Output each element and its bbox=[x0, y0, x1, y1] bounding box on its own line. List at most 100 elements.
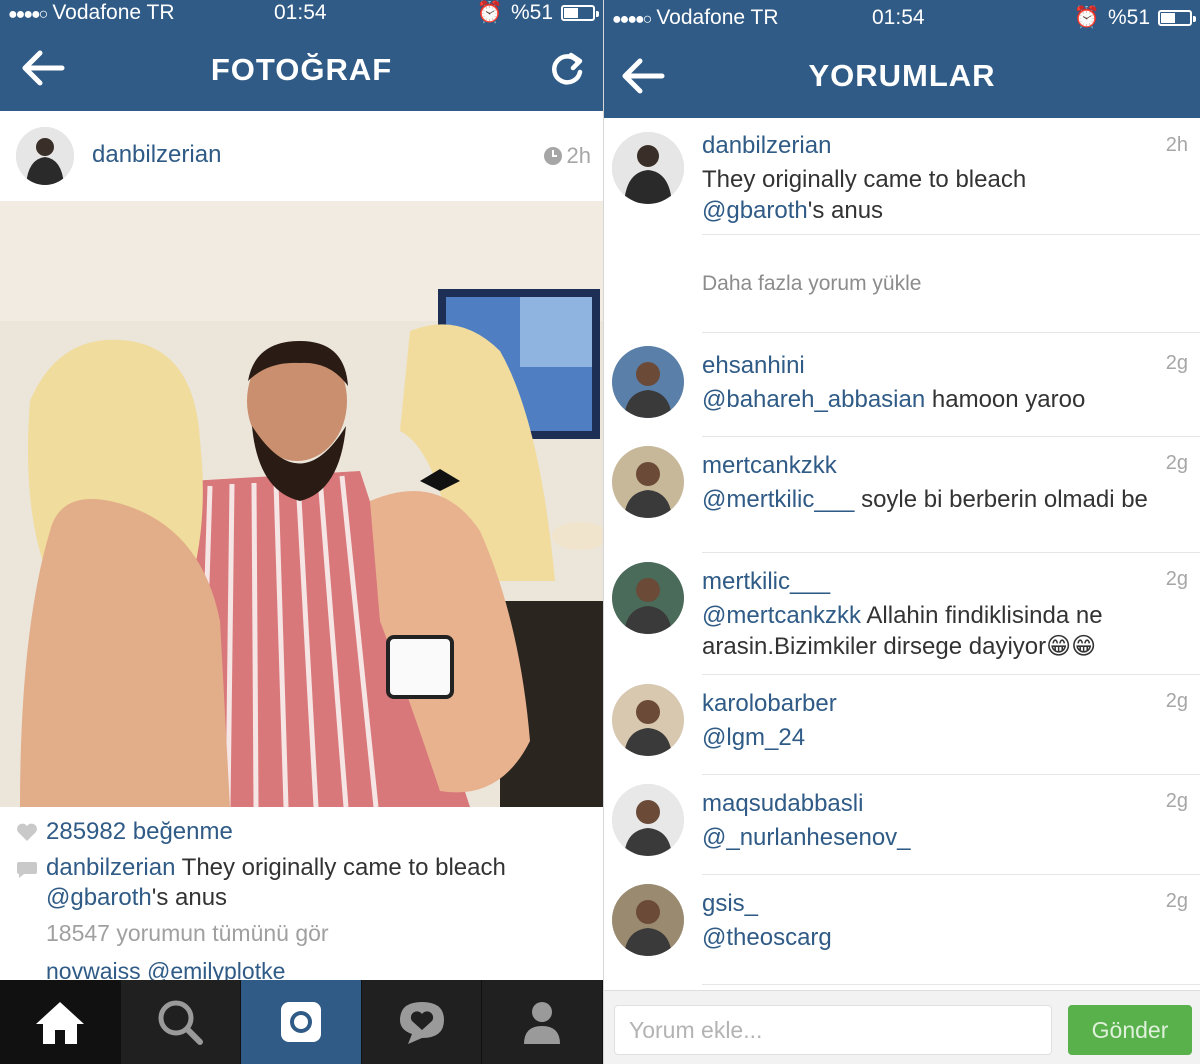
battery-icon bbox=[1158, 10, 1196, 26]
avatar[interactable] bbox=[612, 884, 684, 956]
signal-icon: ●●●●○ bbox=[8, 6, 48, 23]
user-photo-icon bbox=[16, 127, 74, 185]
comment-composer: Gönder bbox=[604, 990, 1200, 1064]
page-title: FOTOĞRAF bbox=[210, 52, 393, 87]
comment-mention[interactable]: @mertkilic___ bbox=[702, 486, 854, 513]
comments-screen: ●●●●○ Vodafone TR 01:54 ⏰ %51 YORUMLAR da… bbox=[603, 0, 1200, 1064]
post-time-label: 2h bbox=[566, 143, 591, 168]
comment-mention[interactable]: @mertcankzkk bbox=[702, 602, 861, 629]
comment-username[interactable]: ehsanhini bbox=[702, 352, 805, 380]
post-photo[interactable] bbox=[0, 201, 603, 807]
avatar[interactable] bbox=[612, 784, 684, 856]
comment-mention[interactable]: @lgm_24 bbox=[702, 724, 805, 751]
comment-time: 2h bbox=[1165, 134, 1188, 156]
avatar[interactable] bbox=[612, 346, 684, 418]
clock: 01:54 bbox=[274, 1, 327, 24]
comment-mention[interactable]: @_nurlanhesenov_ bbox=[702, 824, 911, 851]
divider bbox=[702, 984, 1200, 985]
comment-text: @bahareh_abbasian hamoon yaroo bbox=[702, 384, 1182, 415]
activity-icon bbox=[399, 1002, 444, 1044]
tab-profile[interactable] bbox=[482, 980, 603, 1064]
battery-percent: %51 bbox=[510, 1, 553, 24]
post-caption: danbilzerian They originally came to ble… bbox=[46, 853, 586, 913]
comment-mention[interactable]: @bahareh_abbasian bbox=[702, 386, 925, 413]
comment-text: @lgm_24 bbox=[702, 722, 1182, 753]
comment-body: soyle bi berberin olmadi be bbox=[854, 486, 1148, 513]
comment-username[interactable]: karolobarber bbox=[702, 690, 837, 718]
comment-text: They originally came to bleach @gbaroth'… bbox=[702, 164, 1182, 226]
tab-bar bbox=[0, 980, 603, 1064]
comment-bubble-icon bbox=[17, 862, 37, 878]
user-photo-icon bbox=[612, 562, 684, 634]
comment-username[interactable]: mertkilic___ bbox=[702, 568, 830, 596]
comment-text: @mertcankzkk Allahin findiklisinda ne ar… bbox=[702, 600, 1182, 662]
comment-username[interactable]: danbilzerian bbox=[702, 132, 831, 160]
comment-input[interactable] bbox=[614, 1005, 1052, 1055]
caption-mention[interactable]: @gbaroth bbox=[46, 884, 152, 911]
post-header: danbilzerian 2h bbox=[0, 111, 603, 201]
user-photo-icon bbox=[612, 132, 684, 204]
comment-username[interactable]: mertcankzkk bbox=[702, 452, 837, 480]
send-button[interactable]: Gönder bbox=[1068, 1005, 1192, 1055]
avatar[interactable] bbox=[612, 562, 684, 634]
carrier-label: Vodafone TR bbox=[52, 1, 175, 24]
avatar[interactable] bbox=[612, 684, 684, 756]
battery-percent: %51 bbox=[1107, 6, 1150, 29]
post-details: 285982 beğenme danbilzerian They origina… bbox=[0, 808, 603, 984]
user-photo-icon bbox=[612, 346, 684, 418]
tab-search[interactable] bbox=[121, 980, 242, 1064]
battery-icon bbox=[561, 5, 599, 21]
clock-icon bbox=[543, 147, 562, 165]
avatar[interactable] bbox=[612, 446, 684, 518]
comment-time: 2g bbox=[1165, 890, 1188, 912]
refresh-icon bbox=[552, 52, 583, 85]
avatar[interactable] bbox=[612, 132, 684, 204]
comment-body-end: 's anus bbox=[807, 197, 884, 224]
comment-body: They originally came to bleach bbox=[702, 166, 1027, 193]
post-time: 2h bbox=[543, 143, 591, 169]
view-all-comments-link[interactable]: 18547 yorumun tümünü gör bbox=[46, 920, 329, 947]
clock: 01:54 bbox=[872, 6, 925, 29]
comment-username[interactable]: gsis_ bbox=[702, 890, 758, 918]
page-title: YORUMLAR bbox=[808, 58, 996, 93]
profile-icon bbox=[524, 1002, 561, 1044]
alarm-icon: ⏰ bbox=[1073, 6, 1100, 29]
divider bbox=[702, 436, 1200, 437]
tab-activity[interactable] bbox=[362, 980, 483, 1064]
signal-icon: ●●●●○ bbox=[612, 11, 652, 28]
avatar[interactable] bbox=[16, 127, 74, 185]
user-photo-icon bbox=[612, 684, 684, 756]
photo-screen: ●●●●○ Vodafone TR 01:54 ⏰ %51 FOTOĞRAF d… bbox=[0, 0, 603, 1064]
caption-text: They originally came to bleach bbox=[175, 854, 506, 881]
comment-mention[interactable]: @theoscarg bbox=[702, 924, 832, 951]
divider bbox=[702, 674, 1200, 675]
tab-camera[interactable] bbox=[241, 980, 362, 1064]
heart-icon bbox=[17, 823, 37, 841]
load-more-comments-button[interactable]: Daha fazla yorum yükle bbox=[702, 272, 921, 296]
tab-home[interactable] bbox=[0, 980, 121, 1064]
user-photo-icon bbox=[612, 784, 684, 856]
comment-time: 2g bbox=[1165, 690, 1188, 712]
likes-count: 285982 beğenme bbox=[46, 818, 233, 845]
refresh-button[interactable] bbox=[547, 50, 587, 90]
status-bar: ●●●●○ Vodafone TR 01:54 ⏰ %51 bbox=[0, 0, 603, 26]
search-icon bbox=[158, 1000, 204, 1045]
comment-text: @mertkilic___ soyle bi berberin olmadi b… bbox=[702, 484, 1182, 515]
comment-username[interactable]: maqsudabbasli bbox=[702, 790, 863, 818]
divider bbox=[702, 332, 1200, 333]
alarm-icon: ⏰ bbox=[476, 1, 503, 24]
camera-icon bbox=[280, 1002, 321, 1042]
user-photo-icon bbox=[612, 884, 684, 956]
nav-bar: ●●●●○ Vodafone TR 01:54 ⏰ %51 YORUMLAR bbox=[604, 0, 1200, 118]
photo-image bbox=[0, 201, 603, 807]
comment-time: 2g bbox=[1165, 352, 1188, 374]
likes-row[interactable]: 285982 beğenme bbox=[16, 818, 233, 846]
post-username[interactable]: danbilzerian bbox=[92, 141, 221, 169]
divider bbox=[702, 552, 1200, 553]
carrier-label: Vodafone TR bbox=[656, 6, 779, 29]
comment-mention[interactable]: @gbaroth bbox=[702, 197, 808, 224]
caption-username[interactable]: danbilzerian bbox=[46, 854, 175, 881]
comment-time: 2g bbox=[1165, 568, 1188, 590]
user-photo-icon bbox=[612, 446, 684, 518]
status-bar: ●●●●○ Vodafone TR 01:54 ⏰ %51 bbox=[604, 5, 1200, 31]
